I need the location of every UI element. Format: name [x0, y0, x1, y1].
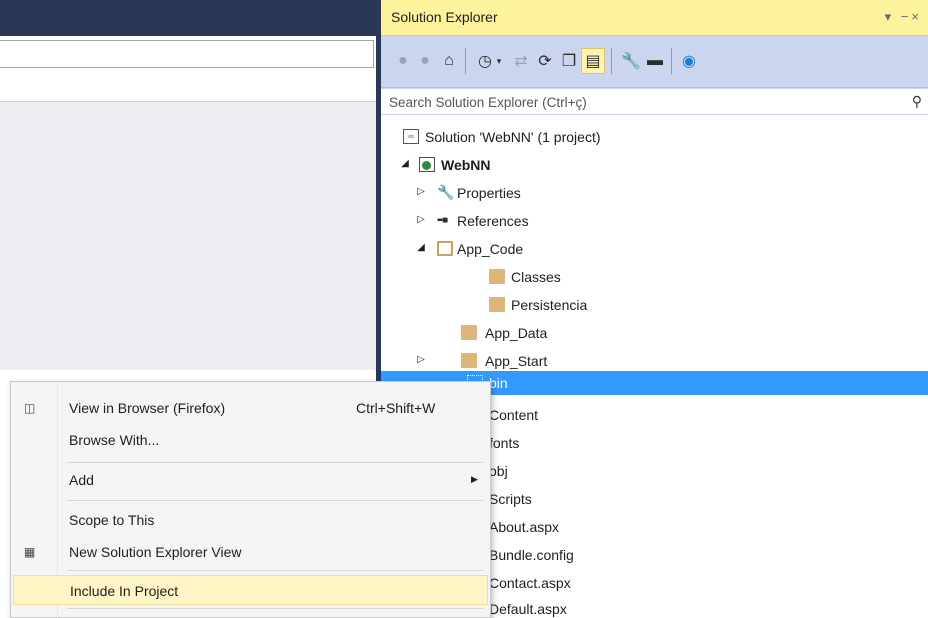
window-controls[interactable]: ▾ −×: [885, 9, 922, 25]
menu-item-label: View in Browser (Firefox): [69, 400, 226, 416]
expand-arrow-icon[interactable]: ▷: [415, 353, 427, 367]
folder-icon: [461, 353, 477, 368]
tree-item-label: Properties: [457, 185, 521, 201]
history-dropdown-icon[interactable]: ▾: [493, 48, 505, 74]
sync-icon[interactable]: ⇄: [509, 48, 533, 74]
tree-item-properties[interactable]: ▷ 🔧 Properties: [381, 179, 928, 207]
tree-item-app-data[interactable]: App_Data: [381, 319, 928, 347]
show-all-files-icon[interactable]: ▤: [581, 48, 605, 74]
tree-item-label: References: [457, 213, 529, 229]
tree-item-classes[interactable]: Classes: [381, 263, 928, 291]
tree-item-label: Solution 'WebNN' (1 project): [425, 129, 601, 145]
solution-explorer-search: ⚲: [381, 88, 928, 115]
menu-item-view-in-browser[interactable]: ◫ View in Browser (Firefox) Ctrl+Shift+W: [13, 394, 488, 422]
tree-item-label: App_Data: [485, 325, 548, 341]
open-folder-icon: [437, 241, 453, 256]
tree-item-label: fonts: [489, 435, 520, 451]
preview-icon[interactable]: ▬: [643, 48, 667, 74]
collapse-arrow-icon[interactable]: ◢: [399, 157, 411, 171]
menu-item-label: Browse With...: [69, 432, 160, 448]
tree-item-label: Content: [489, 407, 539, 423]
tree-item-label: Bundle.config: [489, 547, 574, 563]
search-icon[interactable]: ⚲: [912, 93, 922, 110]
tree-item-label: Scripts: [489, 491, 532, 507]
menu-item-add[interactable]: Add ▶: [13, 466, 488, 494]
folder-icon: [461, 325, 477, 340]
editor-surface[interactable]: [0, 102, 376, 370]
menu-item-label: New Solution Explorer View: [69, 544, 242, 560]
folder-icon: [489, 269, 505, 284]
tree-item-persistencia[interactable]: Persistencia: [381, 291, 928, 319]
tree-item-label: Classes: [511, 269, 561, 285]
tree-item-project[interactable]: ◢ WebNN: [381, 151, 928, 179]
solution-explorer-toolbar: ● ● ⌂ ◷ ▾ ⇄ ⟳ ❐ ▤ 🔧 ▬ ◉: [381, 36, 928, 88]
toolbar-separator: [465, 48, 466, 74]
home-icon[interactable]: ⌂: [437, 48, 461, 74]
toolbar-separator: [671, 48, 672, 74]
new-solution-explorer-view-icon: ▦: [24, 545, 36, 559]
tree-item-app-code[interactable]: ◢ App_Code: [381, 235, 928, 263]
tree-item-label: obj: [489, 463, 508, 479]
expand-arrow-icon[interactable]: ▷: [415, 213, 427, 227]
menu-item-label: Add: [69, 472, 94, 488]
forward-icon[interactable]: ●: [413, 48, 437, 74]
search-input[interactable]: [389, 92, 879, 112]
tree-item-references[interactable]: ▷ ▪▪■ References: [381, 207, 928, 235]
folder-icon: [489, 297, 505, 312]
editor-navigation-bar[interactable]: [0, 40, 374, 68]
solution-explorer-title-bar[interactable]: Solution Explorer ▾ −×: [381, 0, 928, 36]
collapse-arrow-icon[interactable]: ◢: [415, 241, 427, 255]
back-icon[interactable]: ●: [391, 48, 415, 74]
context-menu: ◫ View in Browser (Firefox) Ctrl+Shift+W…: [10, 381, 491, 618]
wrench-icon: 🔧: [437, 184, 455, 200]
tree-item-label: About.aspx: [489, 519, 560, 535]
menu-separator: [67, 608, 483, 609]
editor-title-bar: [0, 0, 380, 36]
browser-link-icon[interactable]: ◉: [677, 48, 701, 74]
tree-item-label: App_Start: [485, 353, 548, 369]
menu-separator: [67, 462, 483, 463]
tree-item-label: bin: [489, 375, 508, 391]
tree-item-label: Persistencia: [511, 297, 588, 313]
menu-separator: [67, 570, 483, 571]
menu-separator: [67, 500, 483, 501]
menu-item-shortcut: Ctrl+Shift+W: [356, 400, 436, 416]
refresh-icon[interactable]: ⟳: [533, 48, 557, 74]
references-icon: ▪▪■: [437, 215, 448, 226]
collapse-all-icon[interactable]: ❐: [557, 48, 581, 74]
menu-item-include-in-project[interactable]: Include In Project: [13, 575, 488, 605]
tree-item-label: Contact.aspx: [489, 575, 571, 591]
properties-icon[interactable]: 🔧: [619, 48, 643, 74]
view-in-browser-icon: ◫: [24, 401, 36, 415]
tree-item-solution[interactable]: ∞ Solution 'WebNN' (1 project): [381, 123, 928, 151]
tree-item-label: App_Code: [457, 241, 524, 257]
menu-item-browse-with[interactable]: Browse With...: [13, 426, 488, 454]
menu-item-scope-to-this[interactable]: Scope to This: [13, 506, 488, 534]
toolbar-separator: [611, 48, 612, 74]
menu-item-label: Scope to This: [69, 512, 155, 528]
solution-icon: ∞: [403, 129, 419, 144]
menu-item-label: Include In Project: [70, 583, 179, 599]
submenu-arrow-icon: ▶: [471, 474, 478, 484]
editor-toolbar-strip: [0, 68, 376, 102]
tree-item-label: WebNN: [441, 157, 491, 173]
web-project-icon: [419, 157, 435, 172]
solution-explorer-title: Solution Explorer: [391, 9, 498, 25]
menu-item-new-solution-explorer-view[interactable]: ▦ New Solution Explorer View: [13, 538, 488, 566]
expand-arrow-icon[interactable]: ▷: [415, 185, 427, 199]
tree-item-label: Default.aspx: [489, 601, 567, 617]
